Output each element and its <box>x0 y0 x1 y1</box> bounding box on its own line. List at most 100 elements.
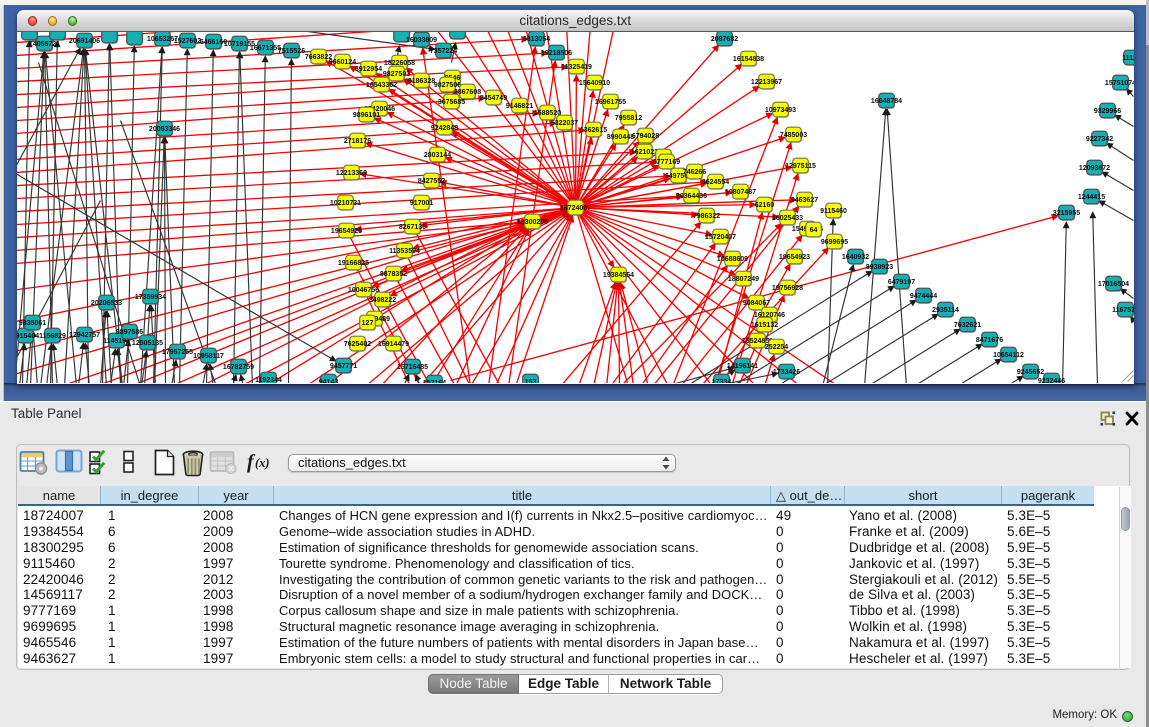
svg-text:20691406: 20691406 <box>68 37 99 44</box>
svg-text:12505135: 12505135 <box>131 339 162 346</box>
svg-text:16033809: 16033809 <box>405 36 436 43</box>
svg-text:17016504: 17016504 <box>1097 280 1128 287</box>
svg-text:10654112: 10654112 <box>993 351 1024 358</box>
svg-text:9146821: 9146821 <box>505 102 532 109</box>
svg-text:8990448: 8990448 <box>606 133 633 140</box>
svg-text:1640932: 1640932 <box>841 253 868 260</box>
svg-text:10688609: 10688609 <box>716 255 747 262</box>
svg-text:9329966: 9329966 <box>1093 107 1120 114</box>
svg-text:14055721: 14055721 <box>28 40 59 47</box>
svg-text:1362615: 1362615 <box>579 126 606 133</box>
svg-text:19654925: 19654925 <box>330 227 361 234</box>
svg-text:2718176: 2718176 <box>343 137 370 144</box>
svg-text:9115460: 9115460 <box>820 207 847 214</box>
svg-text:94143: 94143 <box>318 378 338 383</box>
svg-text:12975115: 12975115 <box>785 162 816 169</box>
svg-text:11353594: 11353594 <box>389 247 420 254</box>
svg-text:16648784: 16648784 <box>870 97 901 104</box>
svg-text:9474444: 9474444 <box>909 292 936 299</box>
svg-text:15716485: 15716485 <box>396 363 427 370</box>
svg-text:9896101: 9896101 <box>352 111 379 118</box>
svg-text:9232446: 9232446 <box>1037 377 1064 383</box>
svg-text:16914479: 16914479 <box>377 340 408 347</box>
svg-text:16154838: 16154838 <box>732 55 763 62</box>
svg-text:15751074: 15751074 <box>1104 79 1134 86</box>
svg-text:15720407: 15720407 <box>704 233 735 240</box>
svg-text:10973493: 10973493 <box>764 106 795 113</box>
svg-text:1615132: 1615132 <box>750 321 777 328</box>
svg-text:746266: 746266 <box>682 168 705 175</box>
svg-text:5322037: 5322037 <box>550 119 577 126</box>
svg-text:3675685: 3675685 <box>437 98 464 105</box>
svg-text:18724007: 18724007 <box>559 204 590 211</box>
svg-text:18807249: 18807249 <box>727 275 758 282</box>
svg-text:20206533: 20206533 <box>90 299 121 306</box>
svg-text:16543362: 16543362 <box>365 81 396 88</box>
svg-text:2803144: 2803144 <box>423 151 450 158</box>
svg-text:3624554: 3624554 <box>701 178 728 185</box>
svg-text:8912954: 8912954 <box>354 65 381 72</box>
svg-text:12093872: 12093872 <box>1078 164 1109 171</box>
svg-text:9827506: 9827506 <box>433 81 460 88</box>
svg-text:16782759: 16782759 <box>222 363 253 370</box>
svg-text:1192344: 1192344 <box>255 376 282 383</box>
svg-text:1244415: 1244415 <box>1077 193 1104 200</box>
svg-text:8454749: 8454749 <box>479 94 506 101</box>
svg-text:9777169: 9777169 <box>652 158 679 165</box>
svg-text:9835061: 9835061 <box>18 319 45 326</box>
svg-text:9457771: 9457771 <box>329 362 356 369</box>
svg-text:16671355: 16671355 <box>249 44 280 51</box>
svg-text:9242848: 9242848 <box>430 124 457 131</box>
svg-text:19218506: 19218506 <box>540 49 571 56</box>
svg-text:7515526: 7515526 <box>277 47 304 54</box>
svg-text:8267130: 8267130 <box>398 223 425 230</box>
svg-text:15640910: 15640910 <box>578 79 609 86</box>
svg-text:2935114: 2935114 <box>932 306 959 313</box>
svg-text:11325419: 11325419 <box>561 63 592 70</box>
svg-text:8471676: 8471676 <box>975 336 1002 343</box>
svg-text:7625402: 7625402 <box>343 340 370 347</box>
svg-text:1156829: 1156829 <box>39 332 66 339</box>
svg-text:917001: 917001 <box>409 199 432 206</box>
svg-text:8186328: 8186328 <box>407 77 434 84</box>
svg-text:3498222: 3498222 <box>368 296 395 303</box>
svg-text:153: 153 <box>524 378 536 383</box>
svg-text:9897586: 9897586 <box>115 328 142 335</box>
svg-text:252254: 252254 <box>764 343 787 350</box>
svg-text:16961755: 16961755 <box>594 98 625 105</box>
svg-text:10046756: 10046756 <box>347 286 378 293</box>
svg-text:1733426: 1733426 <box>772 368 799 375</box>
svg-text:7632621: 7632621 <box>953 321 980 328</box>
svg-text:6479197: 6479197 <box>887 278 914 285</box>
svg-text:17334: 17334 <box>711 378 731 383</box>
svg-text:12942757: 12942757 <box>68 331 99 338</box>
svg-text:1621022: 1621022 <box>630 148 657 155</box>
svg-text:8878352: 8878352 <box>379 270 406 277</box>
svg-text:14196141: 14196141 <box>726 362 757 369</box>
svg-text:2087682: 2087682 <box>710 35 737 42</box>
svg-text:9245652: 9245652 <box>1016 368 1043 375</box>
svg-text:7955812: 7955812 <box>614 114 641 121</box>
svg-text:10210731: 10210731 <box>329 199 360 206</box>
svg-text:17359934: 17359934 <box>134 293 165 300</box>
svg-text:19756928: 19756928 <box>771 284 802 291</box>
svg-text:12213967: 12213967 <box>750 78 781 85</box>
svg-text:7357224: 7357224 <box>429 47 456 54</box>
svg-text:1167534: 1167534 <box>1112 306 1134 313</box>
svg-text:7485003: 7485003 <box>779 131 806 138</box>
svg-text:9699695: 9699695 <box>820 238 847 245</box>
svg-text:3215955: 3215955 <box>1052 209 1079 216</box>
svg-text:20364436: 20364436 <box>675 192 706 199</box>
svg-text:8813054: 8813054 <box>522 35 549 42</box>
svg-text:9660124: 9660124 <box>328 58 355 65</box>
svg-text:9227342: 9227342 <box>1085 135 1112 142</box>
svg-text:9915404: 9915404 <box>17 332 39 339</box>
svg-text:19166825: 19166825 <box>337 259 368 266</box>
svg-text:9463627: 9463627 <box>790 196 817 203</box>
svg-text:1527602: 1527602 <box>173 37 200 44</box>
svg-text:18300295: 18300295 <box>516 218 547 225</box>
svg-text:8427552: 8427552 <box>417 177 444 184</box>
svg-text:20053346: 20053346 <box>148 125 179 132</box>
svg-text:7986322: 7986322 <box>692 212 719 219</box>
svg-text:(x): (x) <box>255 456 270 470</box>
